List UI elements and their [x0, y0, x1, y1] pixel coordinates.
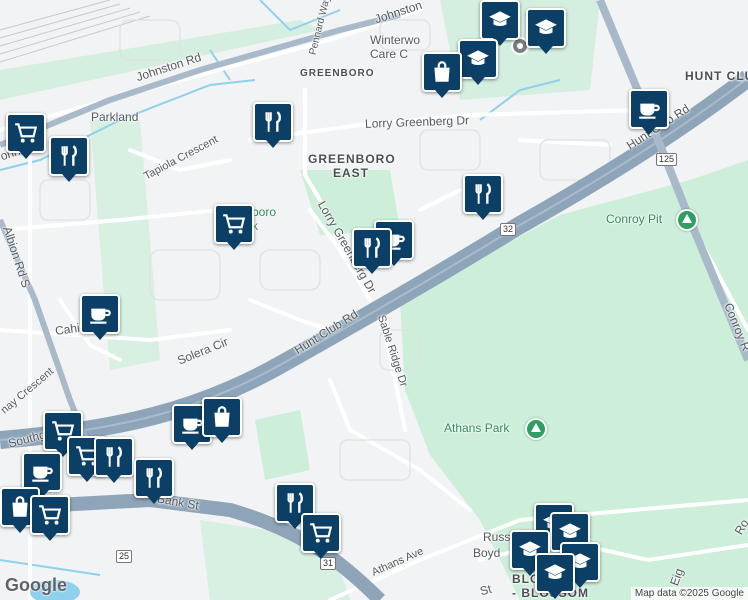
park-label-greenboro-1: boro — [252, 205, 277, 219]
area-label-greenboro: GREENBORO — [300, 68, 375, 79]
school-icon — [489, 11, 511, 26]
restaurant-marker[interactable] — [134, 458, 174, 504]
park-pin-icon[interactable] — [676, 209, 698, 231]
route-shield-32: 32 — [500, 223, 517, 236]
map-attribution[interactable]: Map data ©2025 Google — [630, 587, 748, 600]
shopping-cart-icon — [15, 123, 38, 143]
area-label-greenboro-east-1: GREENBORO — [308, 152, 396, 166]
fork-knife-icon — [364, 237, 380, 258]
fork-knife-icon — [61, 145, 77, 166]
school-marker[interactable] — [526, 8, 566, 54]
fork-knife-icon — [146, 467, 162, 488]
route-shield-125: 125 — [656, 153, 678, 166]
coffee-cup-icon — [90, 308, 111, 324]
cafe-marker[interactable] — [80, 294, 120, 340]
area-label-parkland: Parkland — [91, 110, 139, 124]
cafe-marker[interactable] — [629, 89, 669, 135]
poi-label-russell-boyd-2: Boyd — [473, 546, 501, 560]
grocery-marker[interactable] — [30, 495, 70, 541]
school-icon — [544, 564, 566, 579]
fork-knife-icon — [265, 111, 281, 132]
shopping-cart-icon — [39, 505, 62, 525]
fork-knife-icon — [475, 183, 491, 204]
coffee-cup-icon — [639, 103, 660, 119]
shopping-bag-icon — [214, 406, 230, 427]
school-marker[interactable] — [535, 553, 575, 599]
shopping-marker[interactable] — [422, 52, 462, 98]
poi-label-winterwood-2: Care C — [370, 47, 409, 61]
restaurant-marker[interactable] — [253, 102, 293, 148]
grocery-marker[interactable] — [214, 204, 254, 250]
route-shield-25: 25 — [116, 550, 133, 563]
park-label-conroy-pit: Conroy Pit — [606, 212, 663, 226]
area-label-hunt-club: HUNT CLUB — [685, 69, 748, 83]
shopping-bag-icon — [434, 61, 450, 82]
shopping-cart-icon — [310, 523, 333, 543]
school-marker[interactable] — [458, 39, 498, 85]
park-label-athans-park: Athans Park — [444, 421, 510, 435]
park-pin-icon[interactable] — [525, 418, 547, 440]
shopping-marker[interactable] — [202, 397, 242, 443]
map-canvas[interactable]: Johnston Johnston Rd Pennard Way GREENBO… — [0, 0, 748, 600]
area-label-greenboro-east-2: EAST — [333, 166, 370, 180]
grocery-marker[interactable] — [6, 113, 46, 159]
restaurant-marker[interactable] — [94, 437, 134, 483]
fork-knife-icon — [106, 446, 122, 467]
cafe-marker[interactable] — [22, 452, 62, 498]
restaurant-marker[interactable] — [49, 136, 89, 182]
restaurant-marker[interactable] — [463, 174, 503, 220]
poi-label-winterwood-1: Winterwo — [370, 33, 421, 47]
google-logo[interactable]: Google — [5, 575, 67, 596]
school-icon — [467, 50, 489, 65]
grocery-marker[interactable] — [301, 513, 341, 559]
poi-label-russell-boyd-1: Russ — [483, 530, 511, 544]
shopping-cart-icon — [223, 214, 246, 234]
school-marker[interactable] — [480, 0, 520, 46]
coffee-cup-icon — [32, 466, 53, 482]
school-icon — [535, 19, 557, 34]
restaurant-marker[interactable] — [352, 228, 392, 274]
